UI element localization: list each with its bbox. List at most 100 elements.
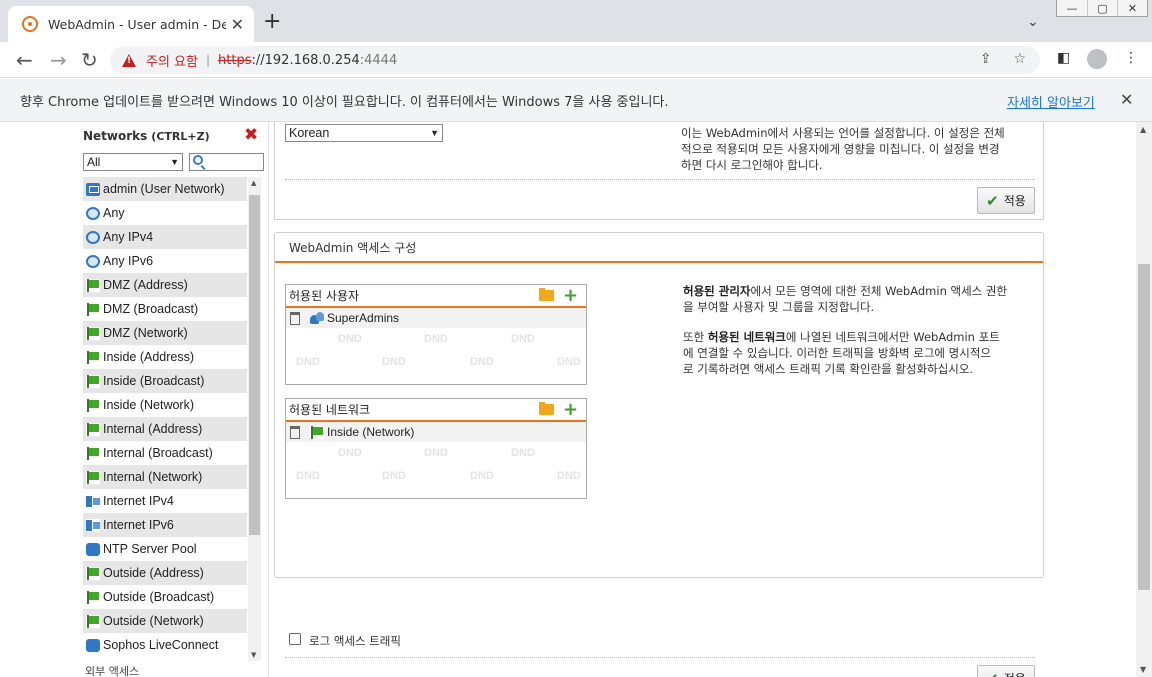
network-search-input[interactable] bbox=[189, 153, 264, 171]
new-tab-button[interactable]: + bbox=[263, 11, 281, 33]
back-icon[interactable]: ← bbox=[16, 48, 33, 72]
list-item[interactable]: Inside (Network) bbox=[286, 422, 586, 442]
bookmark-star-icon[interactable]: ☆ bbox=[1013, 51, 1026, 67]
checkmark-icon: ✔ bbox=[986, 670, 999, 677]
close-panel-icon[interactable]: ✖ bbox=[244, 125, 258, 145]
page-scrollbar[interactable]: ▲ ▼ bbox=[1136, 122, 1152, 677]
maximize-button[interactable]: ▢ bbox=[1087, 0, 1117, 16]
minimize-button[interactable]: — bbox=[1057, 0, 1087, 16]
infobar-close-icon[interactable]: ✕ bbox=[1120, 90, 1133, 109]
language-select[interactable]: Korean ▼ bbox=[285, 124, 443, 142]
allowed-user-label: SuperAdmins bbox=[327, 311, 400, 325]
list-item[interactable]: admin (User Network) bbox=[83, 177, 247, 201]
network-flag-icon bbox=[86, 590, 100, 604]
warning-icon[interactable] bbox=[122, 53, 136, 67]
close-window-button[interactable]: ✕ bbox=[1117, 0, 1147, 16]
scrollbar-thumb[interactable] bbox=[249, 195, 260, 535]
tab-list-chevron-icon[interactable]: ⌄ bbox=[1027, 14, 1039, 30]
network-flag-icon bbox=[86, 566, 100, 580]
list-item[interactable]: Any IPv4 bbox=[83, 225, 247, 249]
scroll-down-icon[interactable]: ▼ bbox=[1140, 665, 1146, 674]
network-item-label: Outside (Address) bbox=[103, 566, 204, 580]
list-item[interactable]: SuperAdmins bbox=[286, 308, 586, 328]
dnd-watermark: DND bbox=[382, 470, 406, 482]
chevron-down-icon: ▼ bbox=[430, 128, 439, 138]
browser-tab[interactable]: WebAdmin - User admin - Devi ✕ bbox=[8, 6, 254, 42]
url-scheme: https bbox=[218, 52, 252, 68]
search-icon bbox=[193, 155, 203, 165]
list-item[interactable]: Internal (Broadcast) bbox=[83, 441, 247, 465]
list-item[interactable]: Internet IPv6 bbox=[83, 513, 247, 537]
list-item[interactable]: Sophos LiveConnect bbox=[83, 633, 247, 657]
log-access-traffic-checkbox[interactable] bbox=[289, 633, 301, 645]
list-item[interactable]: Outside (Network) bbox=[83, 609, 247, 633]
allowed-networks-header: 허용된 네트워크 + bbox=[286, 399, 586, 422]
dnd-watermark: DND bbox=[424, 447, 448, 459]
list-item[interactable]: Internet IPv4 bbox=[83, 489, 247, 513]
scrollbar-thumb[interactable] bbox=[1138, 264, 1150, 590]
scroll-up-icon[interactable]: ▲ bbox=[251, 179, 256, 187]
profile-avatar[interactable] bbox=[1087, 49, 1107, 73]
text-span: 에 나열된 네트워크에서만 WebAdmin 포트 bbox=[785, 330, 1000, 344]
folder-icon[interactable] bbox=[539, 402, 554, 415]
access-description-line: 허용된 관리자에서 모든 영역에 대한 전체 WebAdmin 액세스 권한 bbox=[683, 283, 1007, 299]
section-title: WebAdmin 액세스 구성 bbox=[275, 233, 1043, 263]
share-icon[interactable]: ⇪ bbox=[980, 51, 992, 67]
list-item[interactable]: Inside (Broadcast) bbox=[83, 369, 247, 393]
list-item[interactable]: Inside (Address) bbox=[83, 345, 247, 369]
networks-panel-title: Networks bbox=[83, 129, 148, 143]
trash-icon[interactable] bbox=[290, 311, 300, 325]
list-item[interactable]: Internal (Address) bbox=[83, 417, 247, 441]
list-item[interactable]: DMZ (Address) bbox=[83, 273, 247, 297]
network-list-scrollbar[interactable]: ▲ ▼ bbox=[248, 177, 261, 661]
access-apply-button[interactable]: ✔ 적용 bbox=[977, 665, 1035, 677]
scroll-up-icon[interactable]: ▲ bbox=[1140, 125, 1146, 134]
address-bar[interactable]: 주의 요함 | https://192.168.0.254:4444 ⇪ ☆ bbox=[110, 46, 1040, 74]
list-item[interactable]: DMZ (Network) bbox=[83, 321, 247, 345]
list-item[interactable]: Outside (Broadcast) bbox=[83, 585, 247, 609]
reload-icon[interactable]: ↻ bbox=[81, 48, 98, 72]
add-icon[interactable]: + bbox=[563, 285, 578, 307]
network-type-filter[interactable]: All ▼ bbox=[83, 153, 183, 171]
dnd-watermark: DND bbox=[296, 470, 320, 482]
log-access-traffic-label[interactable]: 로그 액세스 트래픽 bbox=[309, 633, 401, 649]
list-item[interactable]: Any IPv6 bbox=[83, 249, 247, 273]
chrome-menu-icon[interactable]: ⋮ bbox=[1124, 50, 1138, 66]
checkmark-icon: ✔ bbox=[986, 191, 999, 210]
divider bbox=[285, 657, 1035, 658]
window-controls: — ▢ ✕ bbox=[1056, 0, 1148, 17]
service-icon bbox=[86, 638, 100, 652]
list-item[interactable]: NTP Server Pool bbox=[83, 537, 247, 561]
network-item-label: Inside (Address) bbox=[103, 350, 195, 364]
allowed-network-label: Inside (Network) bbox=[327, 425, 415, 439]
list-item[interactable]: Inside (Network) bbox=[83, 393, 247, 417]
folder-icon[interactable] bbox=[539, 288, 554, 301]
side-panel-icon[interactable]: ◧ bbox=[1057, 50, 1070, 66]
list-item[interactable]: Any bbox=[83, 201, 247, 225]
network-item-label: Internet IPv4 bbox=[103, 494, 174, 508]
network-flag-icon bbox=[86, 398, 100, 412]
network-flag-icon bbox=[86, 350, 100, 364]
security-warning-label[interactable]: 주의 요함 bbox=[146, 51, 198, 70]
infobar-message: 향후 Chrome 업데이트를 받으려면 Windows 10 이상이 필요합니… bbox=[20, 94, 669, 110]
list-item[interactable]: Internal (Network) bbox=[83, 465, 247, 489]
forward-icon[interactable]: → bbox=[50, 48, 67, 72]
learn-more-link[interactable]: 자세히 알아보기 bbox=[1007, 92, 1095, 111]
access-description: 허용된 관리자에서 모든 영역에 대한 전체 WebAdmin 액세스 권한 을… bbox=[683, 283, 1007, 377]
url-port: :4444 bbox=[359, 52, 398, 68]
dnd-watermark: DND bbox=[424, 333, 448, 345]
list-item[interactable]: DMZ (Broadcast) bbox=[83, 297, 247, 321]
trash-icon[interactable] bbox=[290, 425, 300, 439]
chevron-down-icon: ▼ bbox=[170, 157, 179, 167]
tab-close-icon[interactable]: ✕ bbox=[231, 15, 244, 34]
networks-panel-header: Networks (CTRL+Z) bbox=[80, 122, 266, 150]
add-icon[interactable]: + bbox=[563, 399, 578, 421]
access-description-line: 을 부여할 사용자 및 그룹을 지정합니다. bbox=[683, 300, 875, 314]
list-item[interactable]: Outside (Address) bbox=[83, 561, 247, 585]
allowed-users-box[interactable]: 허용된 사용자 + SuperAdmins DND DND DND DND DN… bbox=[285, 284, 587, 385]
language-apply-button[interactable]: ✔ 적용 bbox=[977, 187, 1035, 214]
avatar bbox=[1087, 49, 1107, 69]
allowed-networks-box[interactable]: 허용된 네트워크 + Inside (Network) DND DND DND … bbox=[285, 398, 587, 499]
scroll-down-icon[interactable]: ▼ bbox=[251, 651, 256, 659]
